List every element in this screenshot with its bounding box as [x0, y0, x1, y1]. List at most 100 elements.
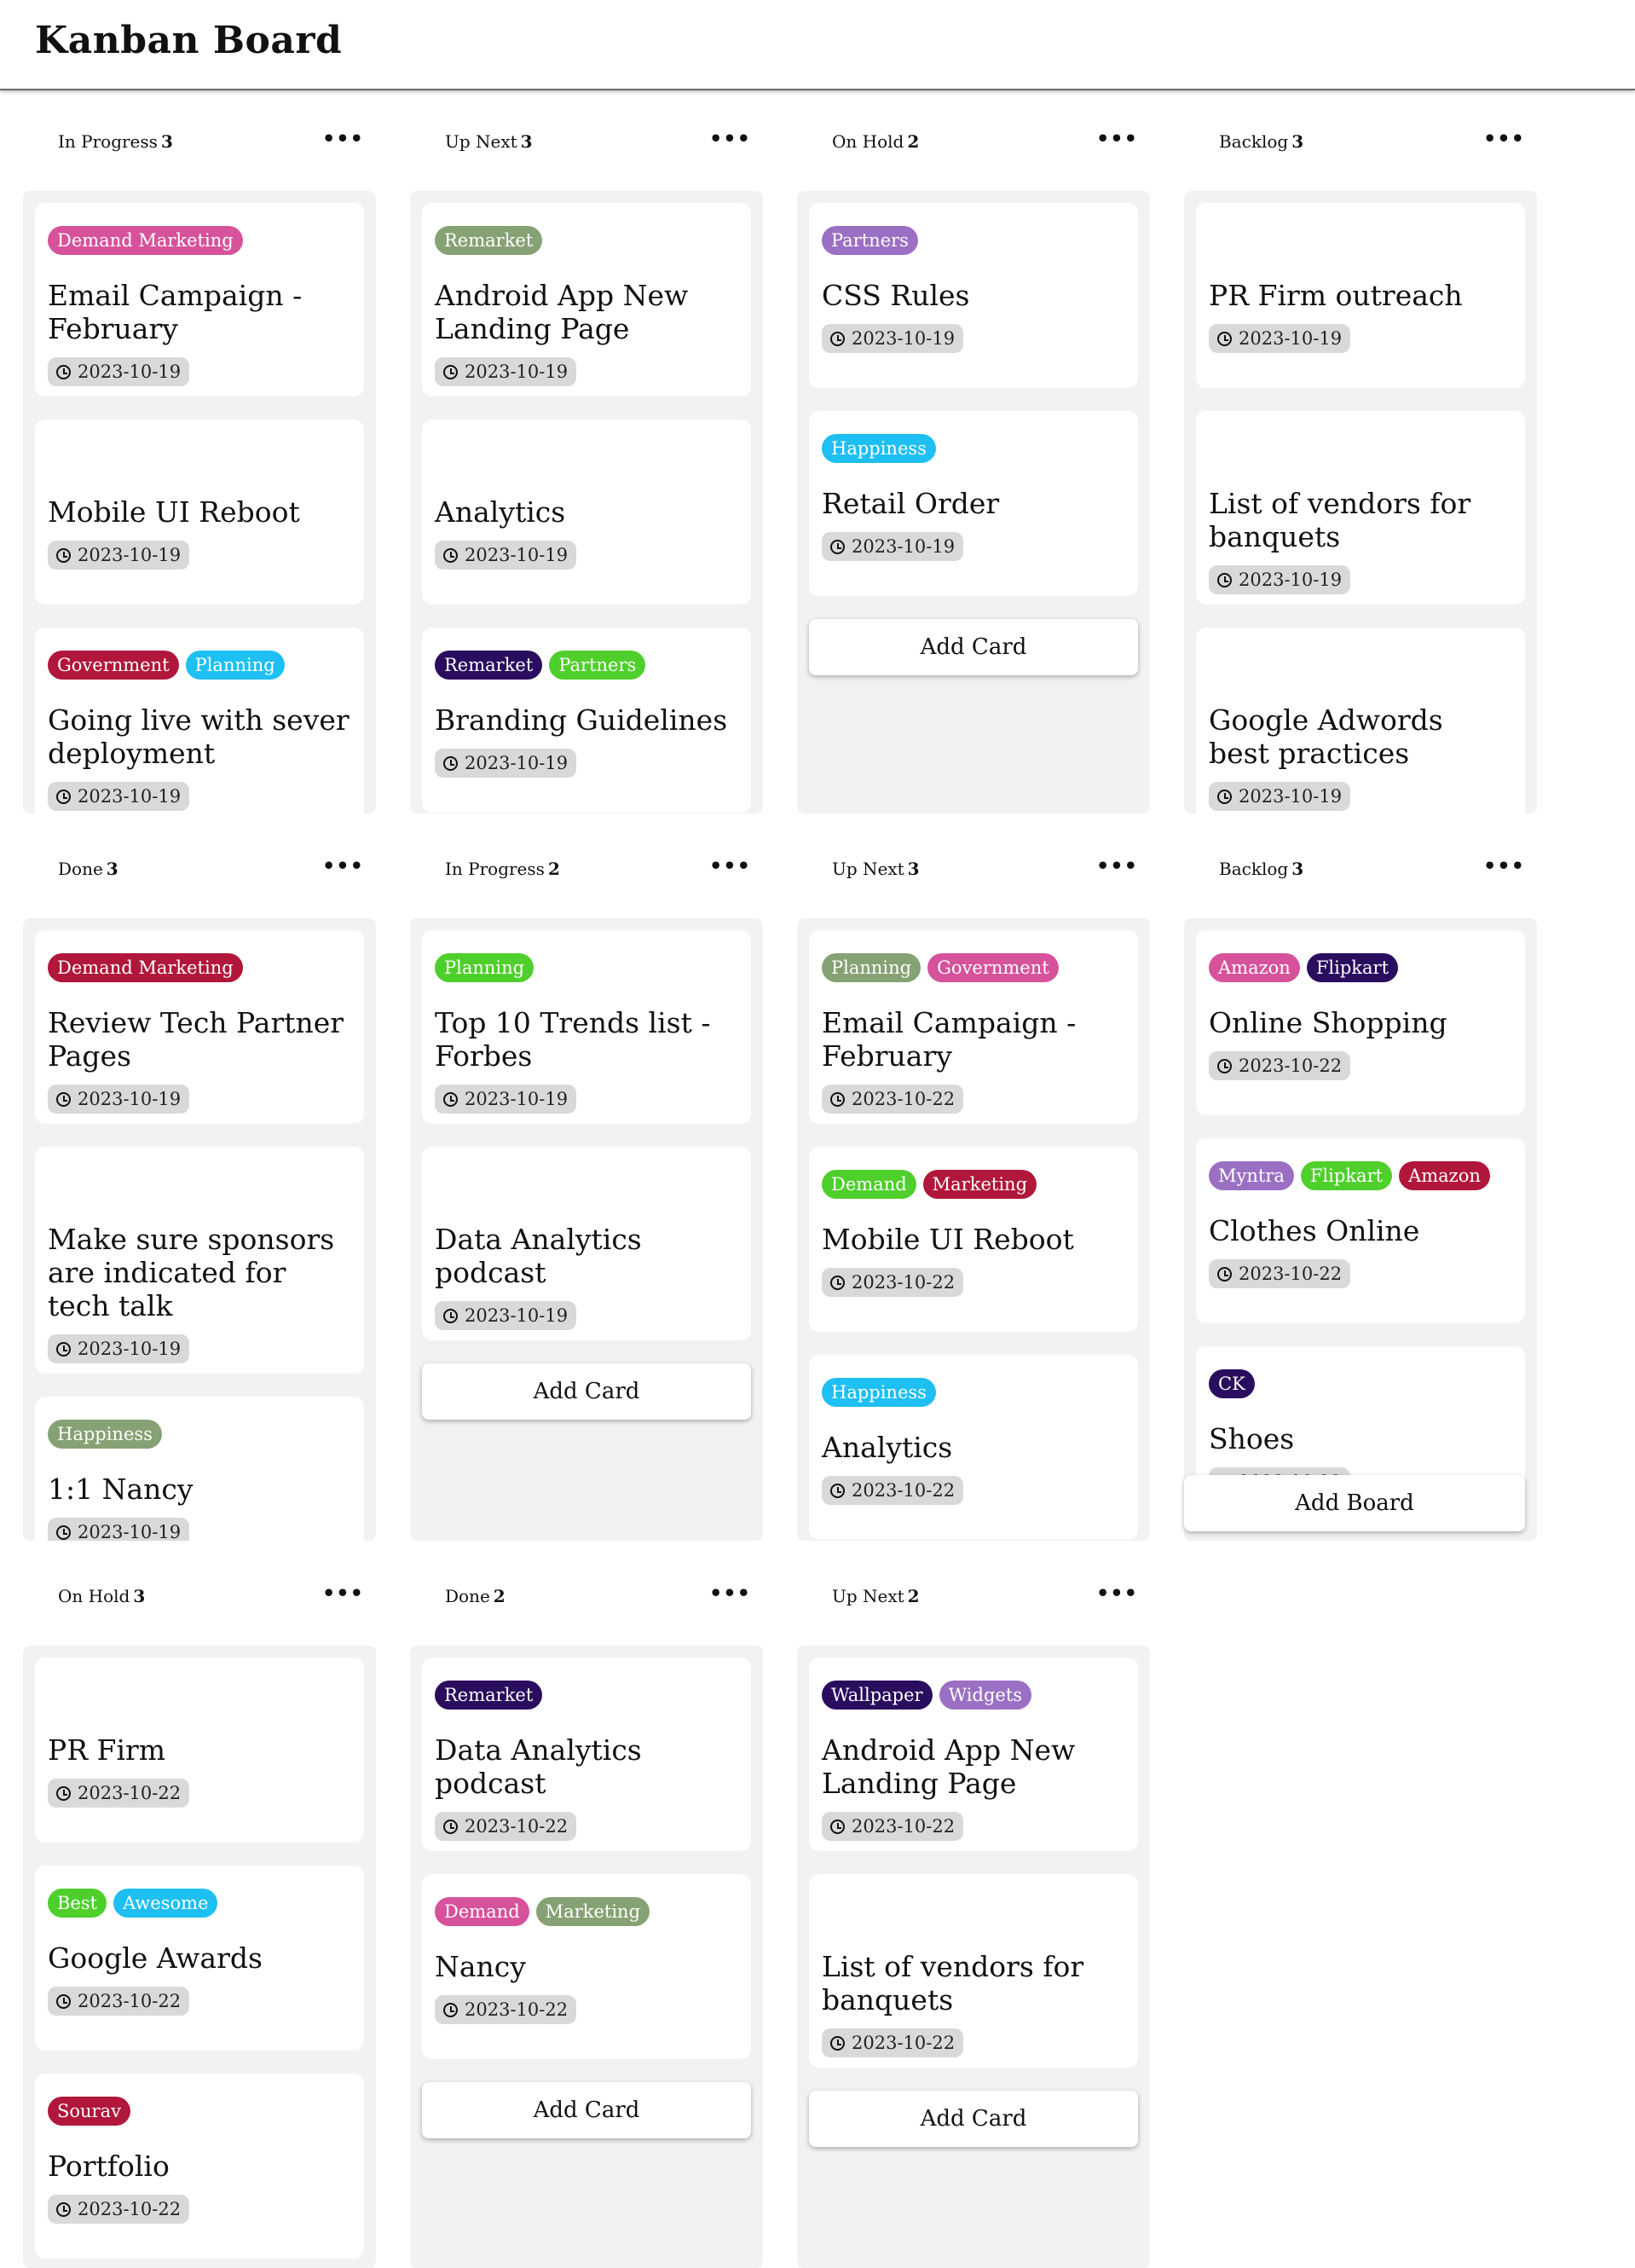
clock-icon [56, 1091, 71, 1107]
kanban-card[interactable]: Demand Marketing Nancy 2023-10-22 [422, 1874, 751, 2059]
board-card-count: 3 [1291, 859, 1304, 879]
clock-icon [56, 364, 71, 379]
kanban-card[interactable]: List of vendors for banquets 2023-10-19 [1196, 411, 1525, 605]
card-tags [435, 1170, 738, 1204]
kanban-card[interactable]: Amazon Flipkart Online Shopping 2023-10-22 [1196, 930, 1525, 1115]
kanban-card[interactable]: Happiness 1:1 Nancy 2023-10-19 [35, 1397, 364, 1541]
board-header: Backlog 3 ••• [1184, 92, 1537, 191]
kanban-card[interactable]: PR Firm 2023-10-22 [35, 1658, 364, 1843]
card-title: Android App New Landing Page [435, 279, 689, 345]
kanban-card[interactable]: Mobile UI Reboot 2023-10-19 [35, 419, 364, 605]
add-card-button[interactable]: Add Card [809, 619, 1138, 675]
board-menu-icon[interactable]: ••• [1096, 126, 1138, 151]
board-header: Done 3 ••• [23, 819, 376, 918]
card-tags: Planning [435, 953, 738, 987]
clock-icon [56, 1993, 71, 2009]
board-header: Done 2 ••• [410, 1547, 763, 1646]
add-board-button[interactable]: Add Board [1184, 1475, 1525, 1531]
card-title: Mobile UI Reboot [822, 1223, 1074, 1256]
card-tag: Myntra [1209, 1161, 1294, 1190]
kanban-card[interactable]: Partners CSS Rules 2023-10-19 [809, 203, 1138, 388]
kanban-card[interactable]: Remarket Android App New Landing Page 2023… [422, 203, 751, 396]
card-tags [1209, 434, 1512, 468]
board-title: Done 3 [58, 859, 118, 879]
board-title-text: Done [58, 859, 103, 879]
kanban-card[interactable]: Government Planning Going live with sever … [35, 628, 364, 813]
kanban-card[interactable]: Analytics 2023-10-19 [422, 419, 751, 605]
card-date-text: 2023-10-19 [465, 545, 569, 565]
kanban-card[interactable]: Google Adwords best practices 2023-10-19 [1196, 628, 1525, 813]
clock-icon [443, 1819, 458, 1834]
card-date: 2023-10-22 [48, 1987, 190, 2016]
board-header: Up Next 2 ••• [797, 1547, 1150, 1646]
kanban-card[interactable]: Happiness Retail Order 2023-10-19 [809, 411, 1138, 596]
board-menu-icon[interactable]: ••• [322, 1581, 364, 1606]
card-tags: Happiness [822, 434, 1125, 468]
board-title-text: In Progress [58, 131, 158, 152]
board-column: On Hold 3 ••• PR Firm 2023-10-22 Best Awesome G… [23, 1547, 376, 2268]
board-menu-icon[interactable]: ••• [322, 853, 364, 878]
board-menu-icon[interactable]: ••• [709, 126, 751, 151]
kanban-card[interactable]: Demand Marketing Mobile UI Reboot 2023-10-2… [809, 1147, 1138, 1332]
board-menu-icon[interactable]: ••• [322, 126, 364, 151]
card-date: 2023-10-19 [1209, 782, 1351, 811]
kanban-card[interactable]: Planning Government Email Campaign - Febru… [809, 930, 1138, 1124]
card-title: Going live with sever deployment [48, 703, 350, 770]
board-column: Up Next 2 ••• Wallpaper Widgets Android App N… [797, 1547, 1150, 2268]
kanban-card[interactable]: Demand Marketing Review Tech Partner Page… [35, 930, 364, 1124]
board-menu-icon[interactable]: ••• [709, 853, 751, 878]
kanban-card[interactable]: List of vendors for banquets 2023-10-22 [809, 1874, 1138, 2068]
board-menu-icon[interactable]: ••• [1096, 1581, 1138, 1606]
board-menu-icon[interactable]: ••• [1483, 853, 1525, 878]
board-column: Up Next 3 ••• Remarket Android App New Landi… [410, 92, 763, 813]
kanban-card[interactable]: Best Awesome Google Awards 2023-10-22 [35, 1866, 364, 2051]
kanban-card[interactable]: Demand Marketing Email Campaign - Februar… [35, 203, 364, 396]
kanban-card[interactable]: Make sure sponsors are indicated for tec… [35, 1147, 364, 1374]
board-header: In Progress 3 ••• [23, 92, 376, 191]
kanban-card[interactable]: Remarket Data Analytics podcast 2023-10-22 [422, 1658, 751, 1851]
kanban-card[interactable]: Myntra Flipkart Amazon Clothes Online 2023-1… [1196, 1138, 1525, 1323]
board-card-count: 3 [160, 131, 173, 152]
card-tag: Sourav [48, 2097, 130, 2126]
board-menu-icon[interactable]: ••• [1096, 853, 1138, 878]
board-title-text: Backlog [1219, 859, 1289, 879]
board-title: In Progress 2 [445, 859, 560, 879]
board-title-text: Up Next [832, 859, 904, 879]
clock-icon [56, 1341, 71, 1357]
kanban-card[interactable]: PR Firm outreach 2023-10-19 [1196, 203, 1525, 388]
kanban-card[interactable]: Data Analytics podcast 2023-10-19 [422, 1147, 751, 1340]
card-date-text: 2023-10-22 [852, 1272, 956, 1293]
card-tag: Marketing [922, 1170, 1037, 1199]
card-tags: Demand Marketing [822, 1170, 1125, 1204]
card-tag: Wallpaper [822, 1681, 933, 1710]
kanban-card[interactable]: Wallpaper Widgets Android App New Landing … [809, 1658, 1138, 1851]
card-title: Portfolio [48, 2149, 170, 2183]
kanban-card[interactable]: Happiness Analytics 2023-10-22 [809, 1355, 1138, 1540]
add-card-button[interactable]: Add Card [422, 2082, 751, 2138]
board-lane: Planning Government Email Campaign - Febru… [797, 918, 1150, 1541]
card-date-text: 2023-10-19 [1239, 786, 1343, 807]
kanban-card[interactable]: Sourav Portfolio 2023-10-22 [35, 2074, 364, 2259]
clock-icon [1217, 331, 1232, 346]
board-column: Backlog 3 ••• PR Firm outreach 2023-10-19 Lis… [1184, 92, 1537, 813]
add-card-button[interactable]: Add Card [422, 1363, 751, 1420]
card-date-text: 2023-10-22 [1239, 1264, 1343, 1284]
card-date-text: 2023-10-22 [852, 1480, 956, 1501]
clock-icon [830, 1275, 845, 1290]
board-title: In Progress 3 [58, 131, 173, 152]
card-tag: Planning [185, 651, 285, 680]
card-tag: CK [1209, 1369, 1255, 1398]
card-tags: Happiness [822, 1378, 1125, 1412]
board-card-count: 2 [907, 131, 920, 152]
card-date-text: 2023-10-19 [852, 536, 956, 557]
card-title: Analytics [822, 1431, 953, 1464]
kanban-card[interactable]: Planning Top 10 Trends list - Forbes 2023-… [422, 930, 751, 1124]
board-menu-icon[interactable]: ••• [1483, 126, 1525, 151]
card-title: Analytics [435, 495, 566, 529]
card-date-text: 2023-10-22 [1239, 1056, 1343, 1076]
clock-icon [56, 2201, 71, 2217]
add-card-button[interactable]: Add Card [809, 2091, 1138, 2147]
board-lane: Remarket Data Analytics podcast 2023-10-22… [410, 1646, 763, 2268]
board-menu-icon[interactable]: ••• [709, 1581, 751, 1606]
kanban-card[interactable]: Remarket Partners Branding Guidelines 2023-… [422, 628, 751, 813]
